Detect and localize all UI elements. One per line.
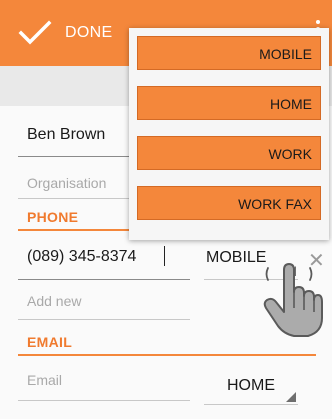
type-dropdown-menu: MOBILE HOME WORK WORK FAX — [129, 28, 329, 240]
email-section-label: EMAIL — [27, 334, 73, 350]
menu-item-work[interactable]: WORK — [137, 136, 321, 170]
phone-number-underline — [18, 279, 190, 280]
menu-item-mobile[interactable]: MOBILE — [137, 36, 321, 70]
email-field[interactable]: Email — [27, 372, 62, 388]
phone-type-spinner[interactable]: MOBILE — [206, 249, 266, 267]
spinner-corner-icon — [286, 392, 296, 402]
text-cursor — [164, 246, 165, 266]
tap-hand-icon — [262, 262, 324, 343]
done-button[interactable]: DONE — [65, 24, 112, 42]
email-underline — [18, 400, 190, 401]
add-new-phone-field[interactable]: Add new — [27, 293, 81, 309]
add-new-underline — [18, 319, 190, 320]
name-field[interactable]: Ben Brown — [27, 126, 105, 144]
phone-section-label: PHONE — [27, 209, 79, 225]
email-type-underline — [204, 404, 298, 405]
email-section-divider — [18, 354, 316, 356]
checkmark-icon[interactable] — [18, 20, 52, 51]
organisation-field[interactable]: Organisation — [27, 175, 106, 191]
menu-item-home[interactable]: HOME — [137, 86, 321, 120]
email-type-spinner[interactable]: HOME — [227, 377, 275, 395]
phone-number-field[interactable]: (089) 345-8374 — [27, 248, 136, 266]
menu-item-work-fax[interactable]: WORK FAX — [137, 186, 321, 220]
